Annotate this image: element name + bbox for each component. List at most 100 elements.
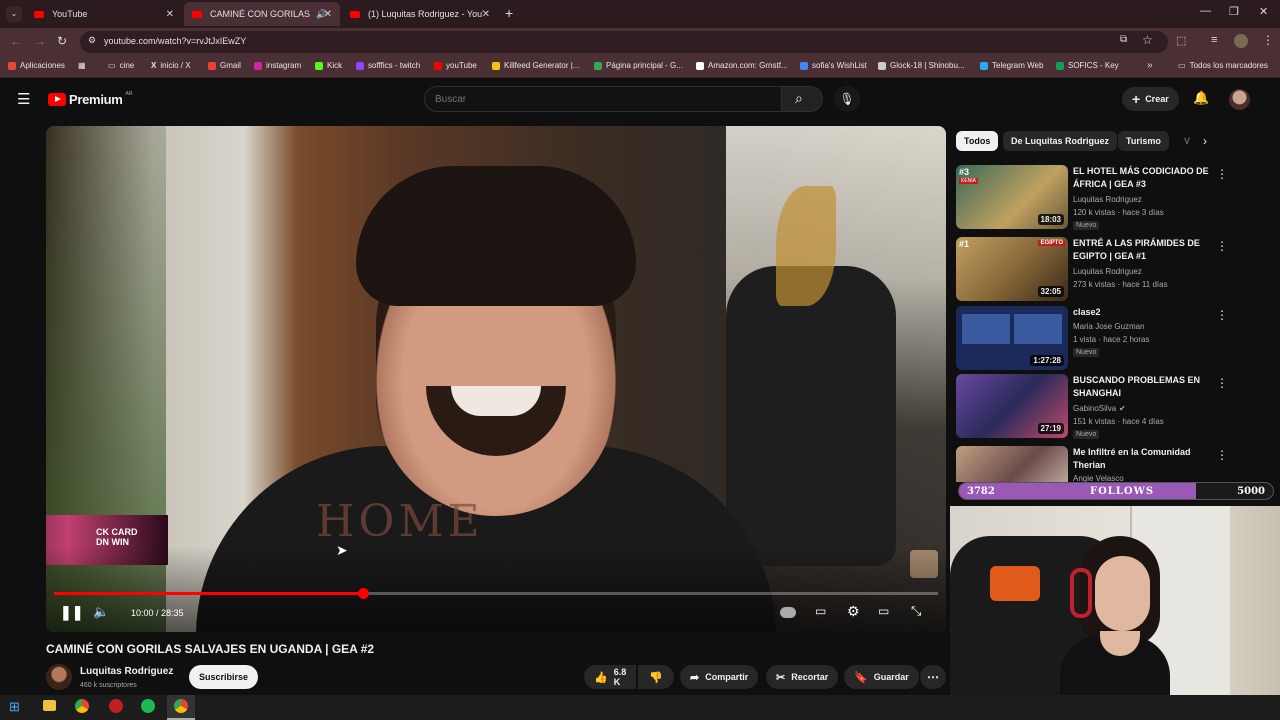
all-bookmarks-folder[interactable]: ▭ Todos los marcadores	[1178, 61, 1268, 70]
url-text[interactable]: youtube.com/watch?v=rvJtJxIEwZY	[104, 36, 246, 46]
back-icon[interactable]: ←	[10, 34, 22, 48]
bookmark-item[interactable]: ▦	[78, 61, 104, 70]
settings-icon[interactable]: ⚙	[847, 603, 860, 620]
profile-icon[interactable]	[1234, 34, 1248, 48]
bookmark-item[interactable]: Página principal - G...	[594, 61, 683, 70]
menu-icon[interactable]: ⋮	[1262, 33, 1274, 47]
recommendation-title[interactable]: BUSCANDO PROBLEMAS EN SHANGHAI	[1073, 374, 1213, 400]
volume-icon[interactable]: 🔈	[93, 604, 109, 620]
fullscreen-icon[interactable]: ⤡	[911, 603, 921, 619]
spotify-icon[interactable]	[141, 699, 155, 713]
bookmark-item[interactable]: ▭ cine	[108, 61, 134, 70]
video-thumbnail[interactable]: 1:27:28	[956, 306, 1068, 370]
tab-youtube[interactable]: YouTube ✕	[26, 2, 182, 26]
windows-start-icon[interactable]: ⊞	[9, 699, 20, 715]
tab-channel[interactable]: (1) Luquitas Rodriguez - YouTu ✕	[342, 2, 498, 26]
clip-button[interactable]: ✂ Recortar	[766, 665, 839, 689]
search-button[interactable]: ⌕	[781, 86, 823, 112]
bookmark-item[interactable]: Amazon.com: Grnstf...	[696, 61, 788, 70]
bookmark-item[interactable]: Gmail	[208, 61, 241, 70]
search-box[interactable]	[424, 86, 782, 112]
dislike-button[interactable]: 👎	[638, 665, 674, 689]
recommendation-title[interactable]: ENTRÉ A LAS PIRÁMIDES DE EGIPTO | GEA #1	[1073, 237, 1213, 263]
more-options-icon[interactable]: ⋮	[1216, 167, 1228, 181]
hamburger-menu-icon[interactable]: ☰	[17, 90, 30, 108]
bookmark-item[interactable]: Glock-18 | Shinobu...	[878, 61, 965, 70]
recommendation-channel[interactable]: Maria Jose Guzman	[1073, 322, 1145, 331]
install-icon[interactable]: ⧉	[1120, 34, 1127, 45]
recommendation-title[interactable]: EL HOTEL MÁS CODICIADO DE ÁFRICA | GEA #…	[1073, 165, 1213, 191]
restore-icon[interactable]: ❐	[1229, 5, 1239, 18]
notifications-icon[interactable]: 🔔	[1193, 90, 1209, 106]
forward-icon[interactable]: →	[34, 34, 46, 48]
minimize-icon[interactable]: —	[1200, 5, 1211, 17]
close-icon[interactable]: ✕	[324, 9, 332, 20]
media-icon[interactable]: ≡	[1211, 34, 1217, 46]
tab-current-video[interactable]: CAMINÉ CON GORILAS SA 🔊 ✕	[184, 2, 340, 26]
recommendation-item[interactable]: Me Infiltré en la Comunidad Therian Angi…	[956, 446, 1256, 482]
bookmark-item[interactable]: Telegram Web	[980, 61, 1043, 70]
more-options-icon[interactable]: ⋮	[1216, 308, 1228, 322]
bookmark-item[interactable]: SOFICS - Key	[1056, 61, 1119, 70]
chip-todos[interactable]: Todos	[956, 131, 999, 151]
avatar[interactable]	[1229, 89, 1250, 110]
video-thumbnail[interactable]: #3 KENIA 18:03	[956, 165, 1068, 229]
theater-mode-icon[interactable]: ▭	[878, 604, 889, 618]
close-icon[interactable]: ✕	[166, 9, 174, 20]
subscribe-button[interactable]: Suscribirse	[189, 665, 259, 689]
recommendation-item[interactable]: 27:19 BUSCANDO PROBLEMAS EN SHANGHAI Gab…	[956, 374, 1256, 439]
recommendation-title[interactable]: clase2	[1073, 306, 1213, 319]
video-thumbnail[interactable]: #1 EGIPTO 32:05	[956, 237, 1068, 301]
create-button[interactable]: + Crear	[1122, 87, 1179, 111]
share-button[interactable]: ➦ Compartir	[680, 665, 759, 689]
recommendation-item[interactable]: 1:27:28 clase2 Maria Jose Guzman 1 vista…	[956, 306, 1256, 370]
video-player[interactable]: HOME CK CARD DN WIN ❚❚ 🔈 10:00 / 28:35 ▭…	[46, 126, 946, 632]
tab-search-icon[interactable]: ⌄	[6, 6, 22, 22]
bookmark-item[interactable]: youTube	[434, 61, 477, 70]
site-info-icon[interactable]: ⚙	[88, 35, 96, 46]
bookmark-item[interactable]: Kick	[315, 61, 342, 70]
pause-icon[interactable]: ❚❚	[60, 604, 83, 621]
close-icon[interactable]: ✕	[482, 9, 490, 20]
close-window-icon[interactable]: ✕	[1259, 5, 1268, 18]
more-options-icon[interactable]: ⋮	[1216, 376, 1228, 390]
subtitles-icon[interactable]: ▭	[815, 604, 826, 618]
recommendation-title[interactable]: Me Infiltré en la Comunidad Therian	[1073, 446, 1213, 472]
extensions-icon[interactable]: ⬚	[1176, 34, 1186, 47]
chrome-icon[interactable]	[174, 699, 188, 713]
recommendation-item[interactable]: #3 KENIA 18:03 EL HOTEL MÁS CODICIADO DE…	[956, 165, 1256, 230]
search-input[interactable]	[435, 91, 765, 107]
bookmark-star-icon[interactable]: ☆	[1142, 33, 1153, 47]
bookmark-item[interactable]: sofffics - twitch	[356, 61, 420, 70]
more-bookmarks-icon[interactable]: »	[1147, 60, 1153, 71]
more-actions-button[interactable]: ⋯	[920, 665, 946, 689]
more-options-icon[interactable]: ⋮	[1216, 239, 1228, 253]
video-thumbnail[interactable]	[956, 446, 1068, 482]
progress-bar[interactable]	[54, 588, 938, 599]
video-thumbnail[interactable]: 27:19	[956, 374, 1068, 438]
bookmark-item[interactable]: sofia's WishList	[800, 61, 867, 70]
recommendation-channel[interactable]: GabinoSilva	[1073, 404, 1116, 413]
chip-more[interactable]: V	[1176, 131, 1198, 151]
file-explorer-icon[interactable]	[43, 700, 56, 711]
new-tab-icon[interactable]: +	[505, 5, 513, 21]
recommendation-item[interactable]: #1 EGIPTO 32:05 ENTRÉ A LAS PIRÁMIDES DE…	[956, 237, 1256, 301]
bookmark-item[interactable]: instagram	[254, 61, 301, 70]
more-options-icon[interactable]: ⋮	[1216, 448, 1228, 462]
omnibox[interactable]: ⚙ youtube.com/watch?v=rvJtJxIEwZY ⧉ ☆	[80, 31, 1168, 53]
chevron-right-icon[interactable]: ›	[1203, 134, 1207, 148]
recommendation-channel[interactable]: Luquitas Rodriguez	[1073, 267, 1142, 276]
recommendation-channel[interactable]: Angie Velasco	[1073, 474, 1124, 482]
chrome-icon[interactable]	[75, 699, 89, 713]
autoplay-toggle[interactable]	[780, 607, 796, 618]
bookmark-item[interactable]: Aplicaciones	[8, 61, 65, 70]
recommendation-channel[interactable]: Luquitas Rodriguez	[1073, 195, 1142, 204]
like-button[interactable]: 👍 6.8 K	[584, 665, 636, 689]
chip-channel[interactable]: De Luquitas Rodriguez	[1003, 131, 1118, 151]
youtube-logo[interactable]: Premium AR	[48, 91, 132, 107]
channel-avatar[interactable]	[46, 664, 72, 690]
bookmark-item[interactable]: Killfeed Generator |...	[492, 61, 579, 70]
chip-turismo[interactable]: Turismo	[1118, 131, 1169, 151]
reload-icon[interactable]: ↻	[57, 34, 67, 48]
channel-name[interactable]: Luquitas Rodriguez	[80, 666, 173, 677]
